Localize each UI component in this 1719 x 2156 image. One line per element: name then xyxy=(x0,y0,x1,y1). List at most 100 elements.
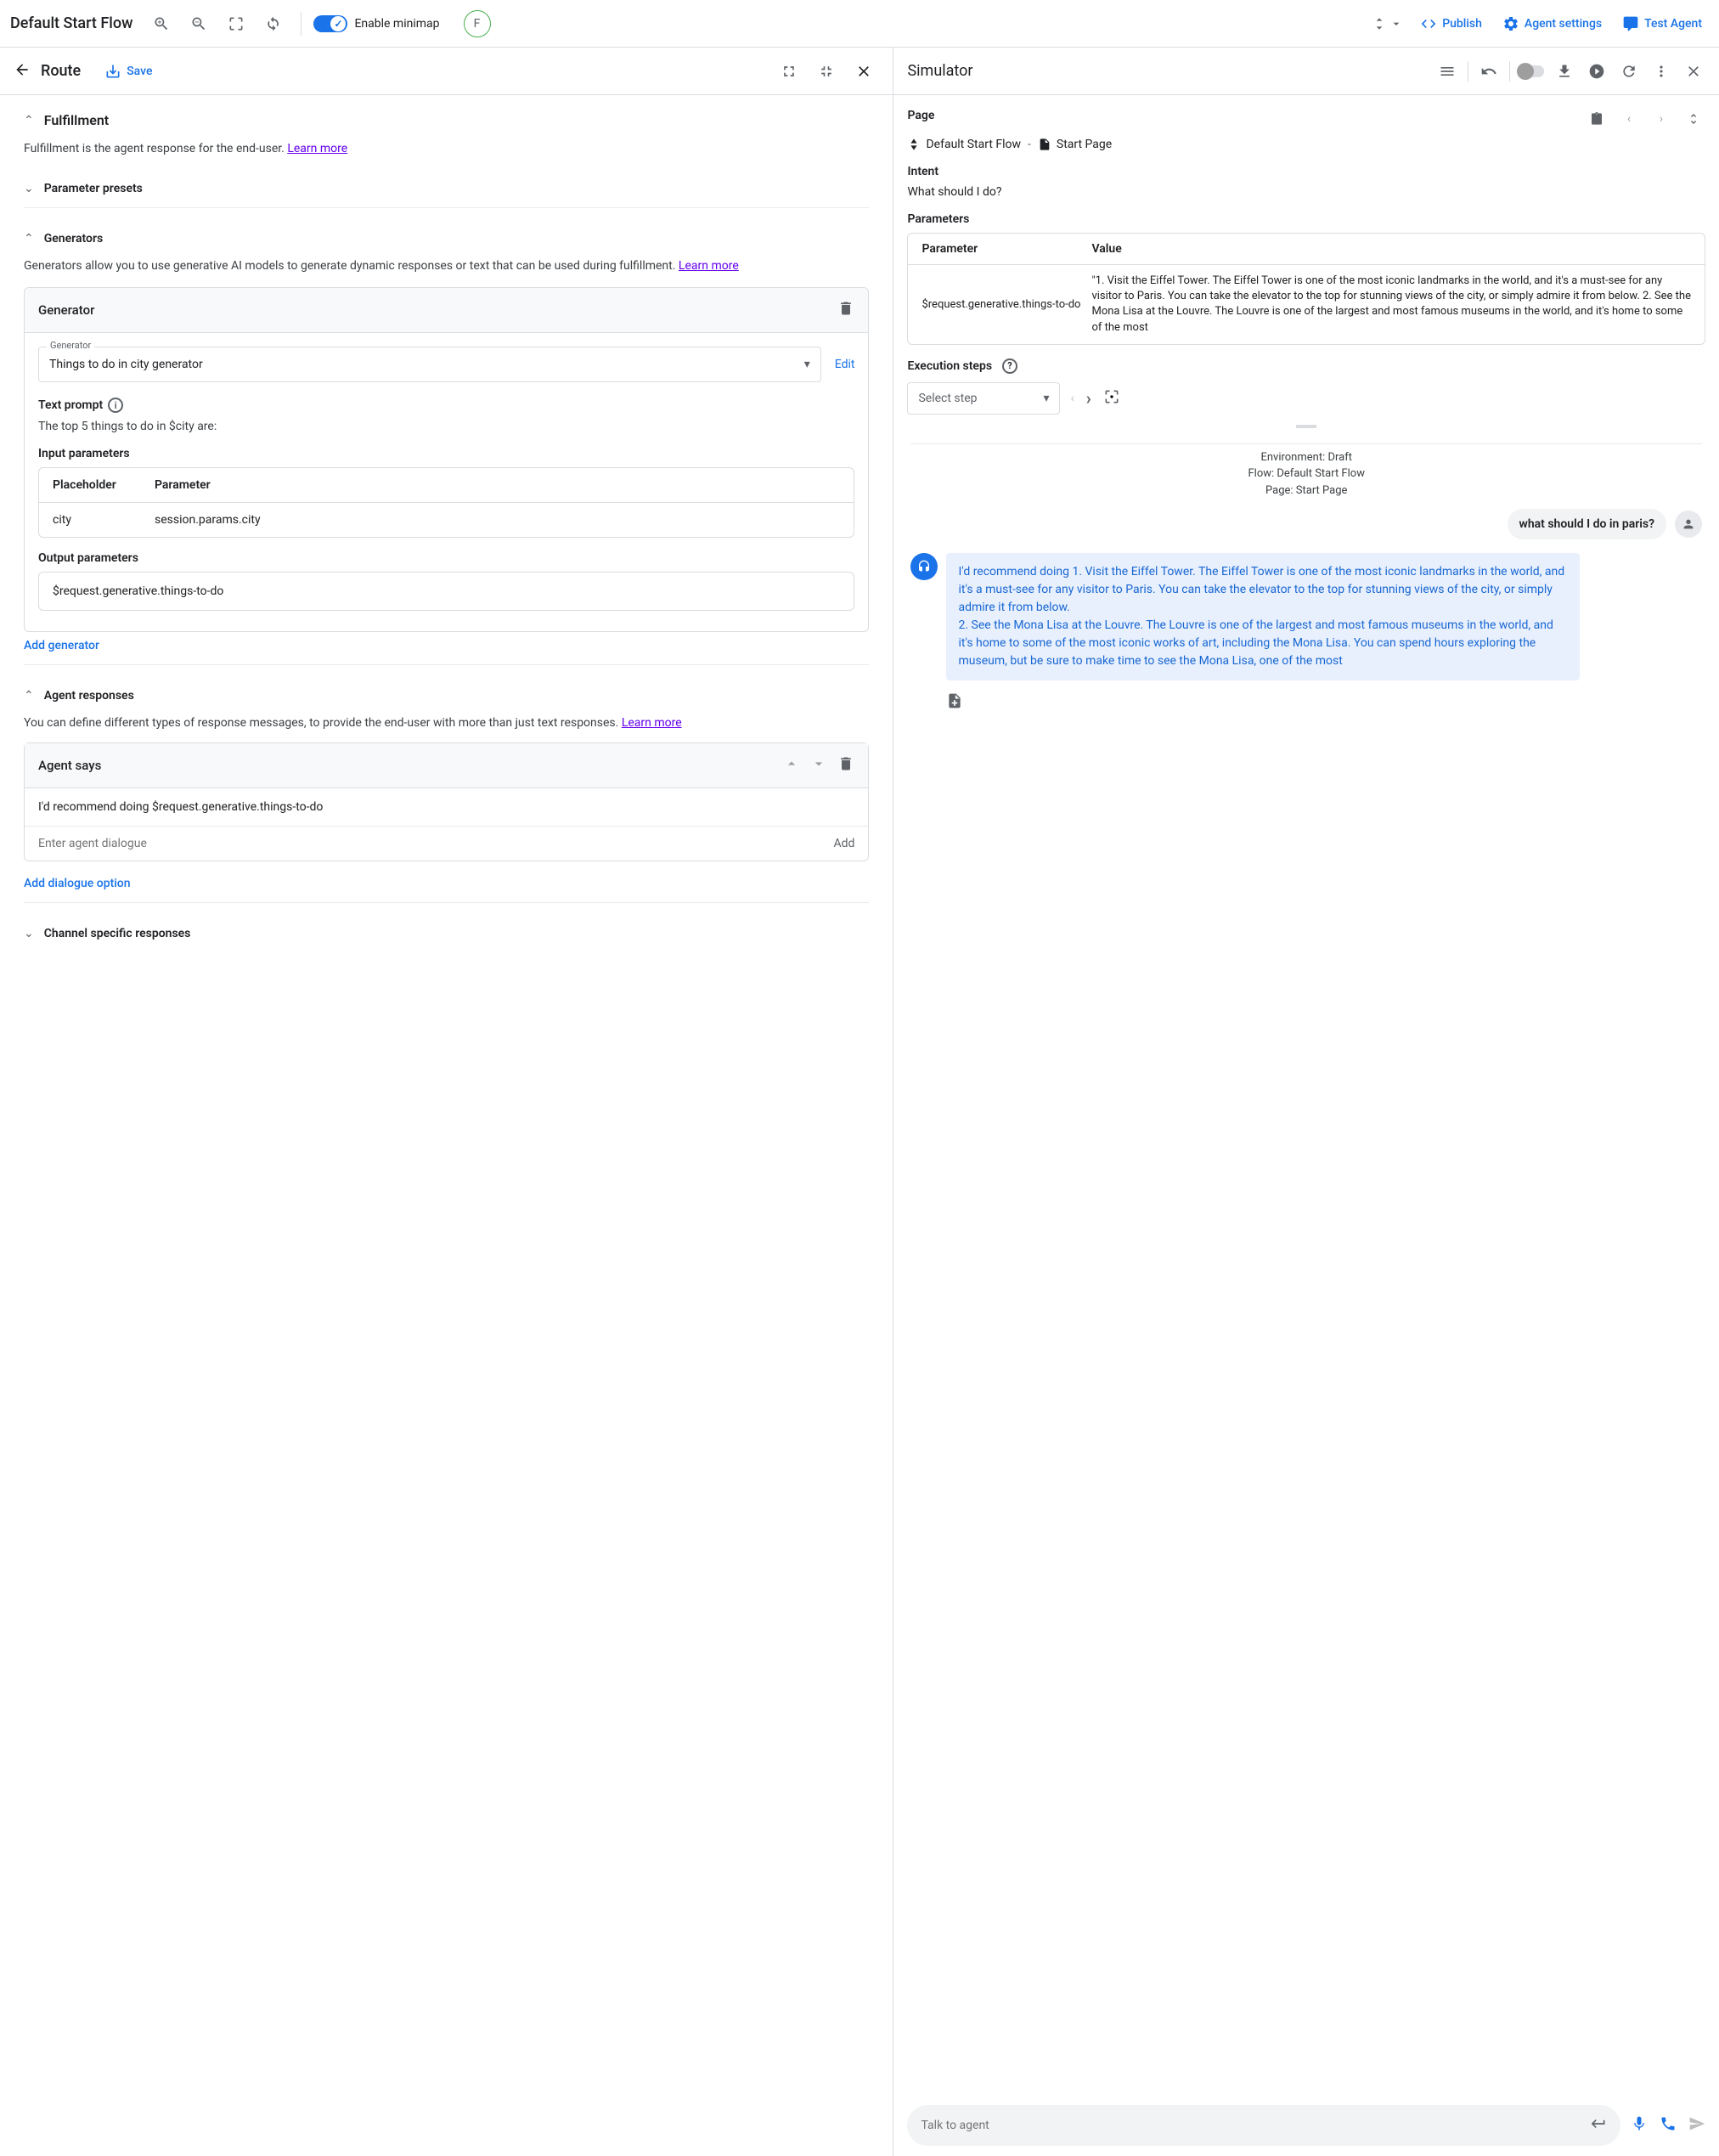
agent-says-card: Agent says I'd recommend doing $request.… xyxy=(24,742,869,861)
headset-icon xyxy=(910,553,938,580)
back-icon[interactable] xyxy=(14,61,31,82)
refresh-icon[interactable] xyxy=(1617,59,1641,83)
send-icon[interactable] xyxy=(1688,2115,1705,2136)
intent-value: What should I do? xyxy=(907,185,1705,199)
delete-icon[interactable] xyxy=(837,755,854,776)
param-presets-title: Parameter presets xyxy=(44,182,143,195)
avatar[interactable]: F xyxy=(464,10,491,37)
more-icon[interactable] xyxy=(1649,59,1673,83)
placeholder-column: Placeholder xyxy=(53,478,155,492)
chevron-down-icon: ⌄ xyxy=(24,182,34,195)
prev-icon[interactable]: ‹ xyxy=(1617,107,1641,131)
intent-label: Intent xyxy=(907,165,1705,178)
simulator-title: Simulator xyxy=(907,62,972,80)
chevron-up-icon: ⌃ xyxy=(24,114,34,127)
value-col-header: Value xyxy=(1091,242,1691,256)
undo-icon[interactable] xyxy=(1477,59,1501,83)
phone-icon[interactable] xyxy=(1660,2115,1677,2136)
resize-handle[interactable] xyxy=(907,423,1705,430)
play-icon[interactable] xyxy=(1585,59,1609,83)
menu-icon[interactable] xyxy=(1435,59,1459,83)
clipboard-icon[interactable] xyxy=(1585,107,1609,131)
chat-input[interactable] xyxy=(921,2119,1590,2132)
table-row: city session.params.city xyxy=(39,503,854,537)
add-dialogue-option-button[interactable]: Add dialogue option xyxy=(24,870,131,897)
channel-specific-header[interactable]: ⌄ Channel specific responses xyxy=(24,927,869,940)
generators-learn-more[interactable]: Learn more xyxy=(679,259,739,273)
route-title: Route xyxy=(41,62,81,80)
user-message: what should I do in paris? xyxy=(910,509,1702,539)
page-label: Page xyxy=(907,109,934,122)
text-prompt-label: Text prompt i xyxy=(38,398,854,413)
fulfillment-title: Fulfillment xyxy=(44,112,109,128)
collapse-small-icon[interactable] xyxy=(1682,107,1705,131)
move-down-icon[interactable] xyxy=(810,755,827,776)
output-params-box: $request.generative.things-to-do xyxy=(38,572,854,611)
next-icon[interactable]: › xyxy=(1649,107,1673,131)
param-presets-header[interactable]: ⌄ Parameter presets xyxy=(24,182,869,195)
agent-response-text[interactable]: I'd recommend doing $request.generative.… xyxy=(25,788,868,827)
zoom-in-icon[interactable] xyxy=(146,8,177,39)
flow-title: Default Start Flow xyxy=(10,14,132,32)
dropdown-icon: ▾ xyxy=(1043,392,1049,405)
edit-link[interactable]: Edit xyxy=(835,358,855,371)
breadcrumb: Default Start Flow - Start Page xyxy=(907,138,1705,151)
breadcrumb-page[interactable]: Start Page xyxy=(1038,138,1112,151)
agent-settings-button[interactable]: Agent settings xyxy=(1496,10,1609,37)
step-select[interactable]: Select step ▾ xyxy=(907,382,1060,415)
channel-specific-title: Channel specific responses xyxy=(44,927,191,940)
save-button[interactable]: Save xyxy=(104,63,152,80)
generators-title: Generators xyxy=(44,232,103,246)
fit-screen-icon[interactable] xyxy=(221,8,251,39)
collapse-icon[interactable] xyxy=(811,56,842,87)
fulfillment-section-header[interactable]: ⌃ Fulfillment xyxy=(24,112,869,128)
fulfillment-learn-more[interactable]: Learn more xyxy=(287,142,347,155)
agent-dialogue-input[interactable] xyxy=(38,837,834,850)
toolbar-divider xyxy=(301,12,302,36)
add-response-button[interactable]: Add xyxy=(834,837,855,850)
generator-select-label: Generator xyxy=(47,340,94,351)
output-params-label: Output parameters xyxy=(38,551,854,565)
next-step-icon[interactable]: › xyxy=(1086,388,1091,409)
close-icon[interactable] xyxy=(848,56,879,87)
publish-button[interactable]: Publish xyxy=(1413,10,1489,37)
param-col-header: Parameter xyxy=(921,242,1091,256)
generator-select-value: Things to do in city generator xyxy=(49,358,804,371)
help-icon[interactable]: ? xyxy=(1002,358,1017,374)
expand-icon[interactable] xyxy=(774,56,804,87)
add-generator-button[interactable]: Add generator xyxy=(24,632,99,659)
table-row: $request.generative.things-to-do "1. Vis… xyxy=(908,265,1705,344)
route-header: Route Save xyxy=(0,48,893,95)
parameter-column: Parameter xyxy=(155,478,840,492)
simulator-toggle[interactable] xyxy=(1519,65,1544,77)
generator-select[interactable]: Generator Things to do in city generator… xyxy=(38,347,821,382)
move-up-icon[interactable] xyxy=(783,755,800,776)
zoom-out-icon[interactable] xyxy=(183,8,214,39)
transcript-icon[interactable] xyxy=(910,692,1702,713)
sort-menu-button[interactable] xyxy=(1367,12,1406,36)
enter-icon[interactable] xyxy=(1590,2115,1607,2136)
mic-icon[interactable] xyxy=(1631,2115,1648,2136)
top-toolbar: Default Start Flow ✓ Enable minimap F Pu… xyxy=(0,0,1719,48)
generator-card-title: Generator xyxy=(38,302,94,318)
prev-step-icon[interactable]: ‹ xyxy=(1070,392,1074,405)
generators-desc: Generators allow you to use generative A… xyxy=(24,257,869,275)
rotate-icon[interactable] xyxy=(258,8,289,39)
agent-responses-header[interactable]: ⌃ Agent responses xyxy=(24,689,869,703)
agent-responses-title: Agent responses xyxy=(44,689,134,703)
chevron-up-icon: ⌃ xyxy=(24,689,34,703)
parameters-table: Parameter Value $request.generative.thin… xyxy=(907,233,1705,345)
input-params-table: Placeholder Parameter city session.param… xyxy=(38,467,854,538)
environment-info: Environment: Draft Flow: Default Start F… xyxy=(910,449,1702,499)
breadcrumb-flow[interactable]: Default Start Flow xyxy=(907,138,1021,151)
close-icon[interactable] xyxy=(1682,59,1705,83)
download-icon[interactable] xyxy=(1553,59,1576,83)
agent-responses-learn-more[interactable]: Learn more xyxy=(622,716,682,730)
test-agent-button[interactable]: Test Agent xyxy=(1615,10,1709,37)
delete-icon[interactable] xyxy=(837,300,854,320)
focus-icon[interactable] xyxy=(1103,388,1120,409)
generators-header[interactable]: ⌃ Generators xyxy=(24,232,869,246)
help-icon[interactable]: i xyxy=(108,398,123,413)
text-prompt-value: The top 5 things to do in $city are: xyxy=(38,420,854,433)
minimap-toggle[interactable]: ✓ Enable minimap xyxy=(313,15,439,32)
